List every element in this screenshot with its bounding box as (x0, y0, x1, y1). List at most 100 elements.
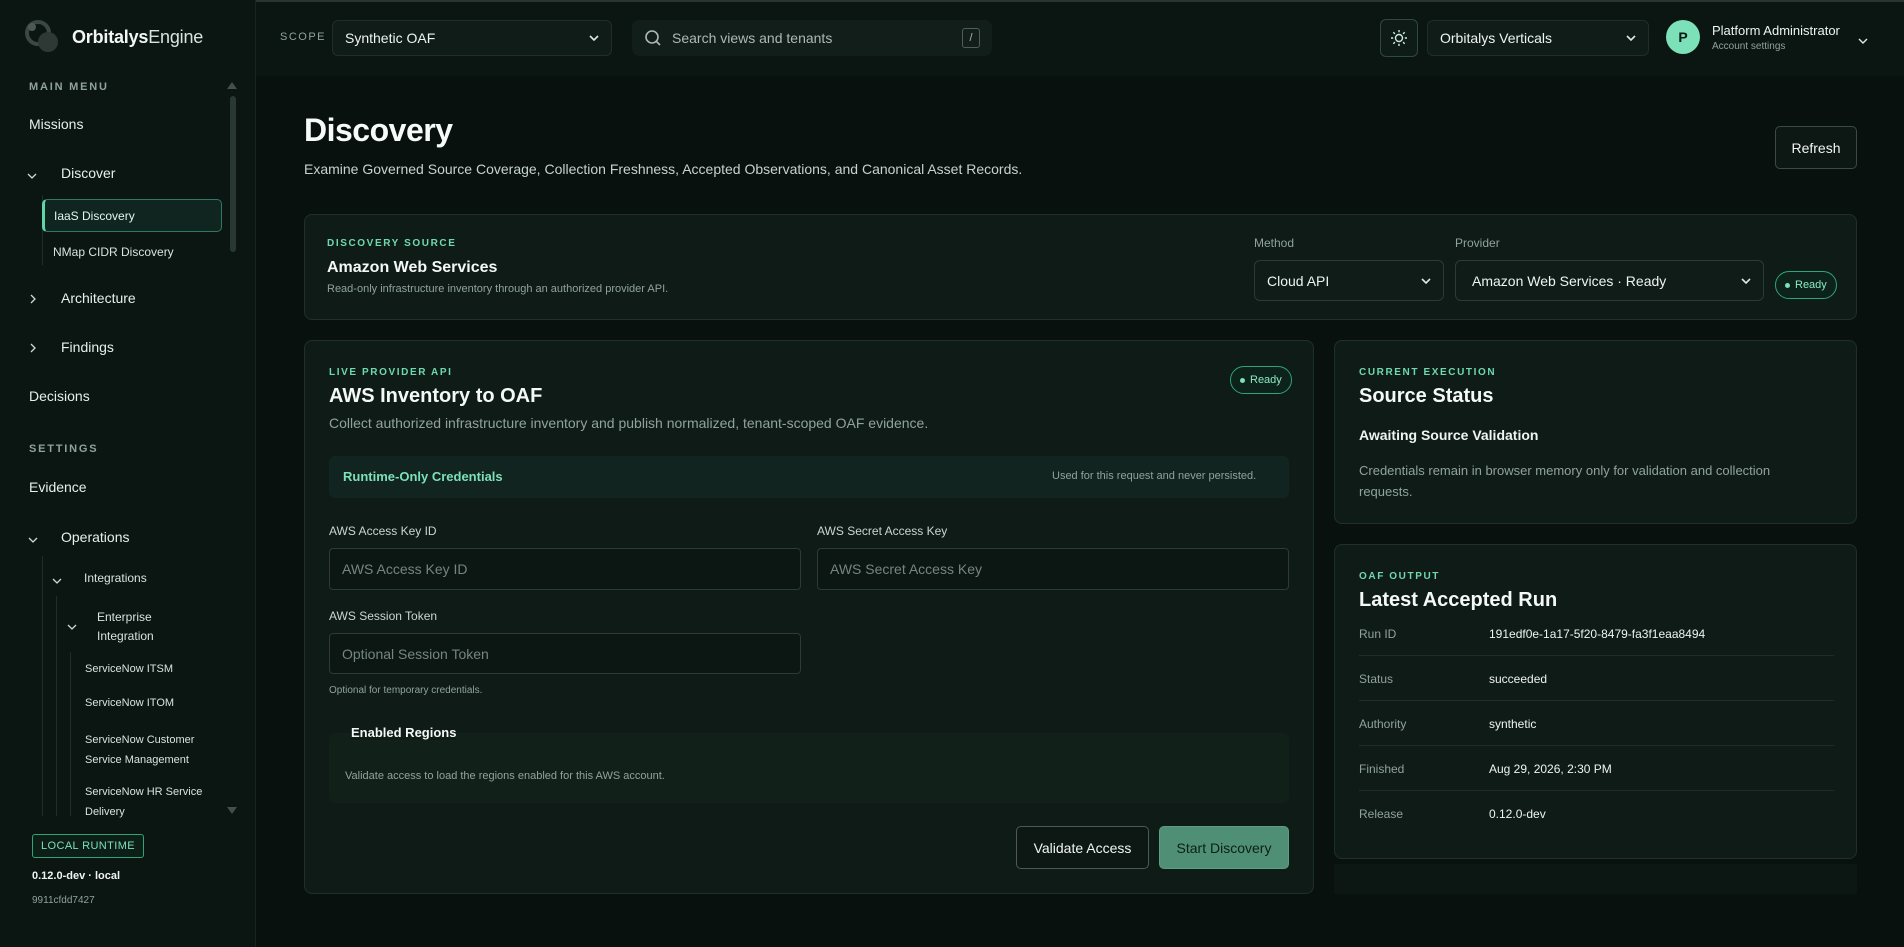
brand-name: OrbitalysEngine (72, 26, 204, 47)
settings-label: SETTINGS (29, 443, 99, 455)
status-dot-icon (1240, 377, 1245, 383)
status-value: succeeded (1489, 672, 1548, 686)
brand[interactable]: OrbitalysEngine (24, 18, 203, 56)
regions-title: Enabled Regions (351, 725, 457, 740)
sidebar-item-servicenow-itom[interactable]: ServiceNow ITOM (85, 697, 174, 709)
scope-select[interactable]: Synthetic OAF (332, 20, 612, 56)
sidebar-item-architecture[interactable]: Architecture (61, 290, 136, 306)
user-menu[interactable]: P Platform Administrator Account setting… (1666, 20, 1840, 54)
avatar: P (1666, 20, 1700, 54)
search-shortcut-key: / (962, 28, 980, 48)
status-eyebrow: CURRENT EXECUTION (1359, 367, 1497, 378)
chevron-down-icon (1626, 35, 1636, 42)
page-subtitle: Examine Governed Source Coverage, Collec… (304, 161, 1023, 177)
secret-key-label: AWS Secret Access Key (817, 524, 948, 538)
sidebar-item-decisions[interactable]: Decisions (29, 388, 90, 404)
user-name: Platform Administrator (1712, 22, 1840, 38)
tree-guide (70, 652, 71, 816)
chevron-down-icon (1421, 277, 1431, 284)
session-token-label: AWS Session Token (329, 609, 438, 623)
finished-value: Aug 29, 2026, 2:30 PM (1489, 762, 1612, 776)
sidebar-item-enterprise-integration[interactable]: Enterprise Integration (97, 608, 154, 646)
search-input[interactable]: Search views and tenants / (632, 20, 992, 56)
sidebar-scrollbar[interactable] (230, 96, 236, 252)
sidebar-item-servicenow-itsm[interactable]: ServiceNow ITSM (85, 663, 173, 675)
source-eyebrow: DISCOVERY SOURCE (327, 238, 457, 249)
chevron-down-icon[interactable] (67, 622, 77, 632)
source-title: Amazon Web Services (327, 259, 498, 276)
orbit-logo-icon (24, 18, 62, 56)
run-id-label: Run ID (1359, 627, 1397, 641)
tree-guide (56, 596, 57, 816)
chevron-right-icon[interactable] (28, 294, 38, 304)
provider-select[interactable]: Amazon Web Services · Ready (1455, 260, 1764, 301)
secret-key-input[interactable]: AWS Secret Access Key (817, 548, 1289, 590)
scroll-up-arrow-icon[interactable] (227, 82, 237, 89)
sidebar-item-iaas-discovery[interactable]: IaaS Discovery (42, 199, 222, 232)
tenant-select[interactable]: Orbitalys Verticals (1427, 20, 1649, 56)
start-discovery-button[interactable]: Start Discovery (1159, 826, 1289, 869)
card-footer-strip (1334, 864, 1857, 894)
sidebar-item-servicenow-hr[interactable]: ServiceNow HR Service Delivery (85, 782, 202, 822)
credentials-title: Runtime-Only Credentials (343, 469, 503, 484)
enabled-regions-panel (329, 733, 1289, 803)
access-key-input[interactable]: AWS Access Key ID (329, 548, 801, 590)
method-select[interactable]: Cloud API (1254, 260, 1444, 301)
runtime-badge: LOCAL RUNTIME (32, 834, 145, 858)
scroll-down-arrow-icon[interactable] (227, 807, 237, 814)
tree-guide (42, 556, 43, 816)
session-token-input[interactable]: Optional Session Token (329, 633, 801, 674)
authority-label: Authority (1359, 717, 1407, 731)
finished-label: Finished (1359, 762, 1405, 776)
refresh-button[interactable]: Refresh (1775, 126, 1857, 169)
chevron-down-icon[interactable] (27, 171, 37, 181)
aws-description: Collect authorized infrastructure invent… (329, 415, 929, 431)
status-state: Awaiting Source Validation (1359, 427, 1539, 443)
run-id-value: 191edf0e-1a17-5f20-8479-fa3f1eaa8494 (1489, 627, 1706, 641)
sidebar-item-evidence[interactable]: Evidence (29, 479, 87, 495)
sidebar-item-operations[interactable]: Operations (61, 529, 129, 545)
main-menu-label: MAIN MENU (29, 81, 109, 93)
sidebar-item-integrations[interactable]: Integrations (84, 571, 147, 585)
output-eyebrow: OAF OUTPUT (1359, 571, 1440, 582)
row-divider (1359, 655, 1834, 656)
provider-label: Provider (1455, 236, 1500, 250)
chevron-down-icon[interactable] (28, 535, 38, 545)
theme-toggle-button[interactable] (1380, 19, 1418, 57)
chevron-right-icon[interactable] (28, 343, 38, 353)
access-key-label: AWS Access Key ID (329, 524, 437, 538)
sidebar-item-discover[interactable]: Discover (61, 165, 115, 181)
search-icon (645, 30, 661, 46)
method-label: Method (1254, 236, 1295, 250)
status-badge: Ready (1775, 271, 1837, 299)
row-divider (1359, 745, 1834, 746)
sidebar-item-missions[interactable]: Missions (29, 116, 83, 132)
status-dot-icon (1785, 282, 1790, 288)
credentials-note: Used for this request and never persiste… (1052, 470, 1257, 482)
sidebar-item-servicenow-csm[interactable]: ServiceNow Customer Service Management (85, 730, 194, 770)
status-description: Credentials remain in browser memory onl… (1359, 463, 1771, 499)
source-description: Read-only infrastructure inventory throu… (327, 283, 669, 295)
session-token-hint: Optional for temporary credentials. (329, 685, 483, 696)
aws-title: AWS Inventory to OAF (329, 385, 543, 407)
chevron-down-icon (589, 35, 599, 42)
row-divider (1359, 790, 1834, 791)
output-title: Latest Accepted Run (1359, 589, 1558, 611)
sidebar-item-findings[interactable]: Findings (61, 339, 114, 355)
chevron-down-icon[interactable] (1858, 36, 1868, 46)
account-settings-link[interactable]: Account settings (1712, 41, 1840, 52)
page-title: Discovery (304, 112, 453, 148)
chevron-down-icon[interactable] (52, 576, 62, 586)
status-label: Status (1359, 672, 1394, 686)
aws-eyebrow: LIVE PROVIDER API (329, 367, 453, 378)
release-value: 0.12.0-dev (1489, 807, 1546, 821)
runtime-hash: 9911cfdd7427 (32, 895, 95, 906)
release-label: Release (1359, 807, 1404, 821)
row-divider (1359, 700, 1834, 701)
sun-icon (1391, 30, 1407, 46)
validate-access-button[interactable]: Validate Access (1016, 826, 1149, 869)
runtime-version: 0.12.0-dev · local (32, 870, 121, 882)
chevron-down-icon (1741, 277, 1751, 284)
sidebar-item-nmap-discovery[interactable]: NMap CIDR Discovery (53, 245, 174, 259)
scope-label: SCOPE (280, 31, 327, 43)
